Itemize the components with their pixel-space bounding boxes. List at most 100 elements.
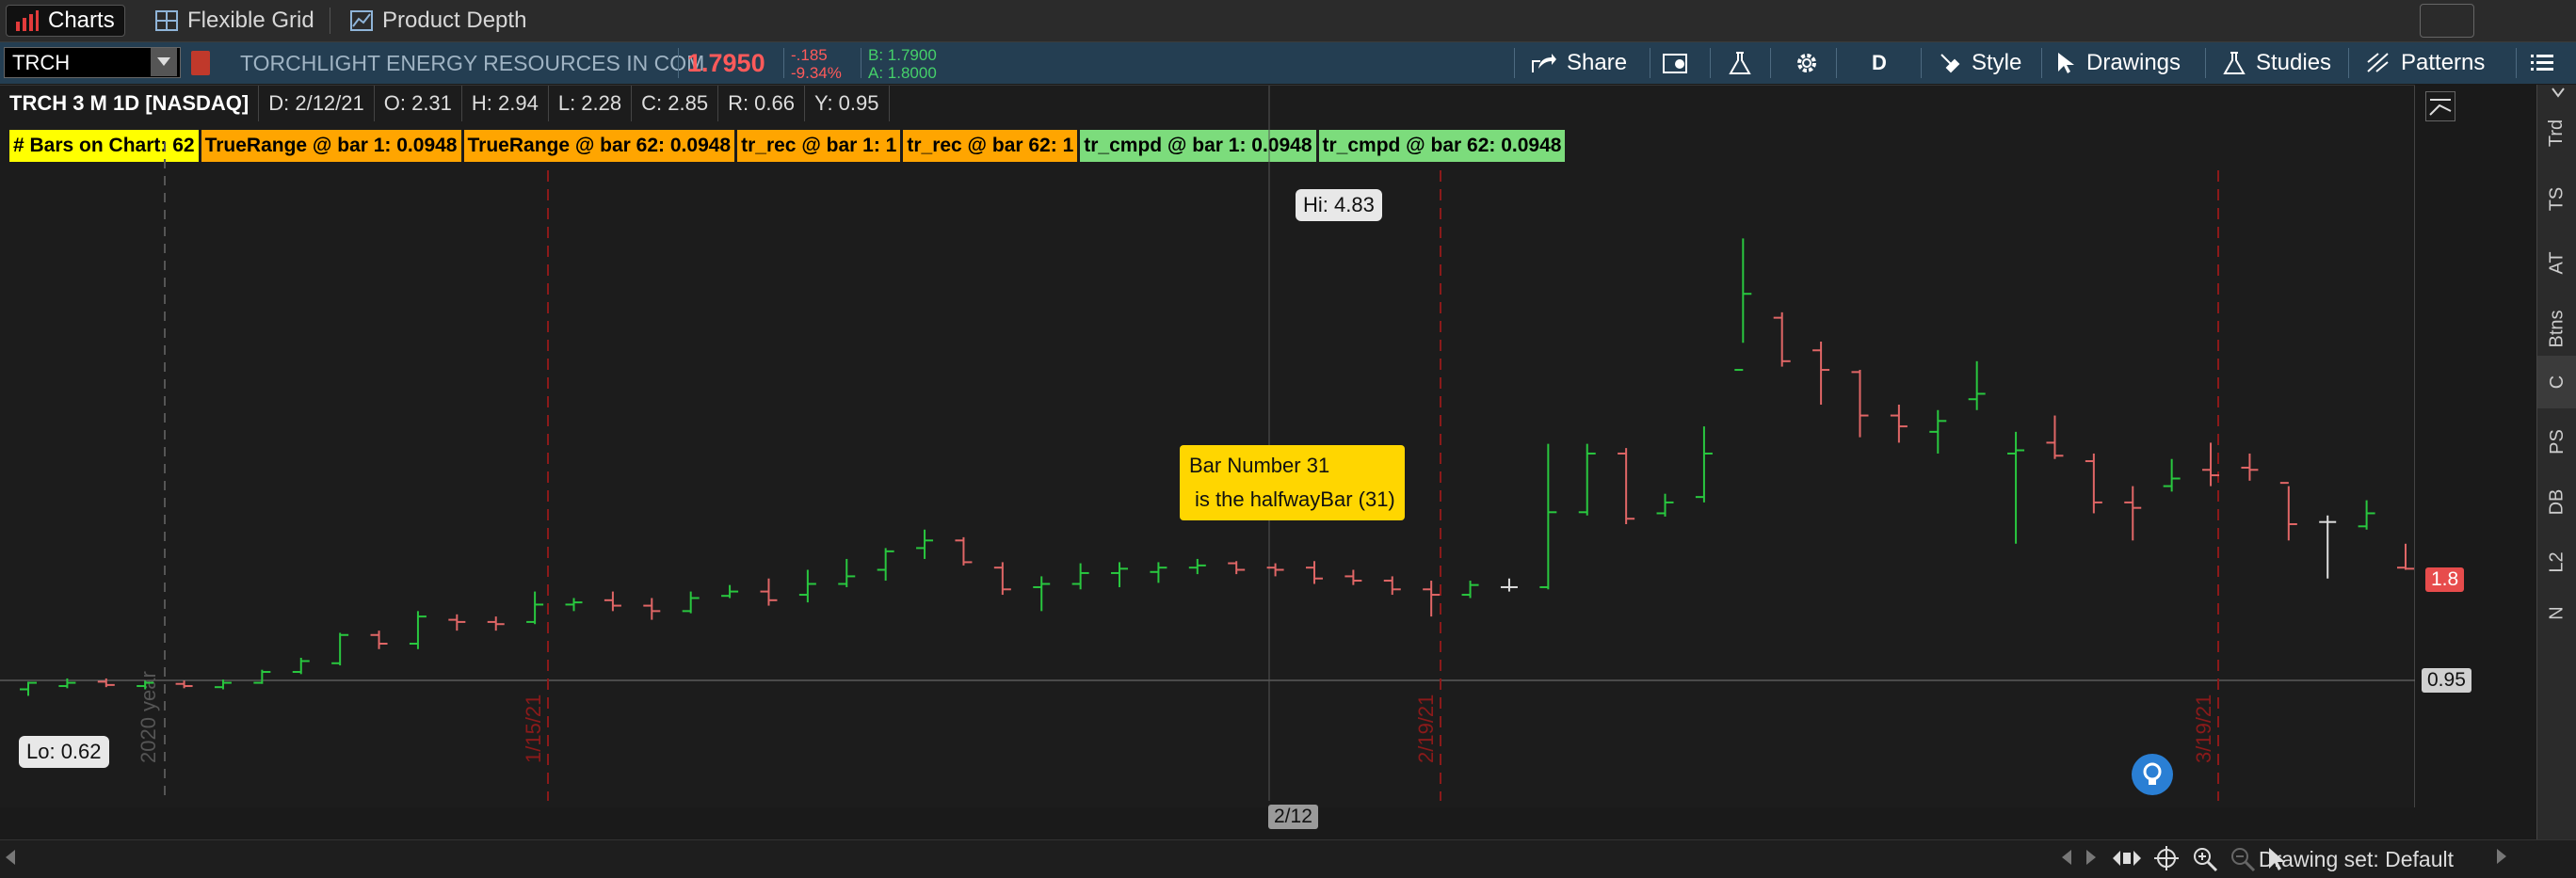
divider — [2205, 48, 2206, 78]
settings-button[interactable] — [1795, 42, 1819, 84]
bottom-toolbar: Drawing set: Default — [0, 839, 2576, 878]
sidebar-tab-n[interactable]: N — [2537, 602, 2576, 624]
scroll-right-small-icon[interactable] — [2085, 850, 2096, 870]
tab-flexible-grid-label: Flexible Grid — [187, 8, 314, 33]
period-button[interactable]: D — [1872, 42, 1887, 84]
low-bubble: Lo: 0.62 — [19, 736, 109, 768]
tab-product-depth[interactable]: Product Depth — [350, 0, 526, 41]
cursor-value-tag: 0.95 — [2422, 668, 2471, 693]
tab-charts[interactable]: Charts — [6, 5, 125, 37]
year-marker-label: 2020 year — [137, 671, 160, 763]
cursor-date-tag: 2/12 — [1268, 805, 1318, 829]
divider — [1710, 48, 1711, 78]
divider — [1921, 48, 1922, 78]
studies-button[interactable]: Studies — [2222, 42, 2331, 84]
divider — [783, 48, 784, 78]
patterns-button[interactable]: Patterns — [2365, 42, 2485, 84]
sidebar-tab-db[interactable]: DB — [2537, 488, 2576, 516]
last-price-tag: 1.8 — [2425, 567, 2465, 592]
sidebar-tab-label: Trd — [2546, 119, 2568, 148]
sidebar-tab-ps[interactable]: PS — [2537, 429, 2576, 455]
scroll-right-icon[interactable] — [2495, 849, 2506, 869]
divider — [1836, 48, 1837, 78]
change-value: -.185 — [791, 46, 828, 64]
divider — [678, 48, 679, 78]
lightbulb-icon[interactable] — [2132, 754, 2173, 795]
pan-icon[interactable] — [2113, 846, 2141, 875]
drawing-tool-icon[interactable] — [2425, 91, 2455, 121]
share-icon — [1532, 54, 1556, 72]
sidebar-tab-label: Btns — [2546, 310, 2568, 348]
flask-icon — [1729, 52, 1751, 74]
drawings-button[interactable]: Drawings — [2056, 42, 2181, 84]
studies-label: Studies — [2256, 50, 2332, 75]
bid-ask: B: 1.7900 A: 1.8000 — [868, 46, 937, 82]
chevron-down-icon[interactable] — [151, 48, 177, 76]
depth-icon — [350, 10, 373, 31]
sidebar-tab-label: DB — [2546, 488, 2568, 516]
tab-charts-label: Charts — [48, 8, 115, 33]
last-price: 1.7950 — [687, 49, 765, 77]
sidebar-tab-label: L2 — [2546, 551, 2568, 573]
sidebar-tab-at[interactable]: AT — [2537, 251, 2576, 275]
right-sidebar: Trd TS AT Btns C PS DB L2 N — [2536, 85, 2576, 839]
share-label: Share — [1567, 50, 1628, 75]
zoom-out-icon[interactable] — [2230, 846, 2256, 877]
change-percent: -9.34% — [791, 64, 842, 82]
bid-value: B: 1.7900 — [868, 46, 937, 64]
style-icon — [1940, 54, 1960, 73]
style-button[interactable]: Style — [1938, 42, 2021, 84]
drawing-set-label[interactable]: Drawing set: Default — [2259, 840, 2454, 878]
halfway-note: Bar Number 31 is the halfwayBar (31) — [1180, 445, 1405, 520]
sidebar-tab-l2[interactable]: L2 — [2537, 551, 2576, 573]
scroll-left-small-icon[interactable] — [2062, 850, 2073, 870]
collapse-arrow-icon[interactable] — [2549, 85, 2568, 102]
sidebar-tab-ts[interactable]: TS — [2537, 186, 2576, 212]
ask-value: A: 1.8000 — [868, 64, 937, 82]
top-tab-bar: Charts Flexible Grid Product Depth — [0, 0, 2576, 42]
drawings-label: Drawings — [2086, 50, 2182, 75]
grid-icon — [155, 10, 178, 31]
cursor-arrow-icon — [2058, 53, 2074, 73]
share-button[interactable]: Share — [1531, 42, 1627, 84]
chart-area[interactable]: TRCH 3 M 1D [NASDAQ] D: 2/12/21 O: 2.31 … — [0, 85, 2471, 829]
calendar-button[interactable] — [1662, 42, 1690, 84]
list-menu-icon — [2531, 55, 2553, 71]
price-change: -.185 -9.34% — [791, 46, 842, 82]
note-line-1: Bar Number 31 — [1189, 454, 1330, 477]
sidebar-tab-c[interactable]: C — [2537, 356, 2576, 408]
sidebar-tab-label: TS — [2546, 186, 2568, 212]
divider — [2516, 48, 2517, 78]
high-bubble: Hi: 4.83 — [1296, 189, 1382, 221]
calendar-icon — [1663, 54, 1687, 73]
patterns-icon — [2367, 53, 2389, 72]
sidebar-tab-label: C — [2546, 375, 2568, 390]
style-label: Style — [1972, 50, 2022, 75]
zoom-in-icon[interactable] — [2192, 846, 2218, 877]
divider — [1514, 48, 1515, 78]
divider — [1770, 48, 1771, 78]
sidebar-tab-trd[interactable]: Trd — [2537, 119, 2576, 148]
crosshair-icon[interactable] — [2154, 846, 2179, 875]
tab-product-depth-label: Product Depth — [382, 8, 527, 33]
date-marker-label: 2/19/21 — [1414, 694, 1438, 763]
date-marker-label: 3/19/21 — [2192, 694, 2215, 763]
scroll-left-icon[interactable] — [6, 850, 17, 870]
tab-flexible-grid[interactable]: Flexible Grid — [155, 0, 314, 41]
beaker-button[interactable] — [1728, 42, 1752, 84]
date-marker-label: 1/15/21 — [522, 694, 545, 763]
company-name: TORCHLIGHT ENERGY RESOURCES IN COM — [240, 51, 705, 75]
alert-flag-icon[interactable] — [191, 51, 210, 75]
note-line-2: is the halfwayBar (31) — [1195, 487, 1395, 511]
sidebar-tab-label: PS — [2546, 429, 2568, 455]
sidebar-tab-btns[interactable]: Btns — [2537, 310, 2576, 347]
patterns-label: Patterns — [2401, 50, 2486, 75]
gear-icon — [1797, 54, 1816, 72]
window-restore-button[interactable] — [2420, 4, 2474, 38]
menu-button[interactable] — [2529, 42, 2555, 84]
divider — [2348, 48, 2349, 78]
bar-chart-icon — [16, 10, 39, 31]
sidebar-tab-label: N — [2546, 606, 2568, 620]
sidebar-tab-label: AT — [2546, 251, 2568, 275]
flask-icon — [2223, 52, 2246, 74]
